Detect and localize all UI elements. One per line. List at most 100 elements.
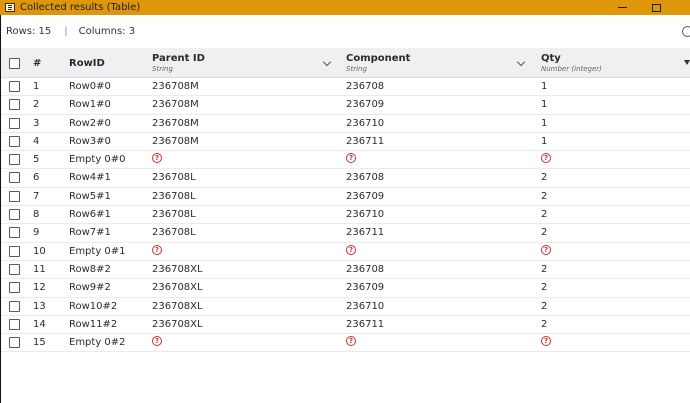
table-row[interactable]: 2 Row1#0 236708M 236709 1: [1, 96, 690, 115]
row-id-cell: Row9#2: [69, 282, 111, 294]
qty-cell: 1: [541, 117, 548, 129]
row-number: 2: [33, 99, 40, 111]
parent-id-cell: 236708L: [152, 209, 196, 221]
row-number: 13: [33, 300, 46, 312]
table-row[interactable]: 3 Row2#0 236708M 236710 1: [1, 115, 690, 133]
parent-id-cell: 236708XL: [152, 300, 203, 312]
row-id-cell: Row6#1: [69, 209, 111, 221]
minimize-button[interactable]: [608, 0, 636, 15]
row-number: 4: [33, 135, 40, 147]
table-row[interactable]: 15 Empty 0#2???: [1, 334, 690, 353]
component-cell: ?: [346, 151, 356, 169]
header-parent-id[interactable]: Parent ID String: [152, 48, 338, 78]
row-id-cell: Row7#1: [69, 227, 111, 239]
missing-value-icon: ?: [152, 153, 162, 164]
row-checkbox[interactable]: [9, 227, 20, 239]
table-row[interactable]: 13 Row10#2 236708XL 236710 2: [1, 298, 690, 316]
component-cell: ?: [346, 243, 356, 261]
table-row[interactable]: 9 Row7#1 236708L 236711 2: [1, 224, 690, 243]
component-cell: 236708: [346, 81, 385, 92]
header-component[interactable]: Component String: [346, 48, 532, 78]
missing-value-icon: ?: [346, 336, 356, 347]
missing-value-icon: ?: [346, 153, 356, 164]
qty-cell: 2: [541, 172, 548, 184]
row-checkbox[interactable]: [9, 337, 20, 349]
component-cell: 236709: [346, 282, 385, 294]
row-id-cell: Row0#0: [69, 81, 111, 92]
table-row[interactable]: 8 Row6#1 236708L 236710 2: [1, 206, 690, 225]
table-row[interactable]: 1 Row0#0 236708M 236708 1: [1, 78, 690, 97]
row-checkbox[interactable]: [9, 300, 20, 312]
row-id-cell: Row4#1: [69, 172, 111, 184]
header-num: #: [33, 48, 63, 78]
table-row[interactable]: 5 Empty 0#0???: [1, 151, 690, 170]
qty-cell: ?: [541, 334, 551, 352]
maximize-button[interactable]: [642, 0, 670, 15]
row-number: 15: [33, 337, 46, 349]
settings-icon[interactable]: [682, 26, 690, 37]
row-number: 14: [33, 318, 46, 330]
row-checkbox[interactable]: [9, 245, 20, 257]
parent-id-cell: 236708M: [152, 81, 199, 92]
component-cell: 236708: [346, 172, 385, 184]
chevron-down-icon[interactable]: [516, 57, 526, 67]
row-number: 12: [33, 282, 46, 294]
table-row[interactable]: 7 Row5#1 236708L 236709 2: [1, 188, 690, 207]
component-cell: ?: [346, 334, 356, 352]
sort-arrow-icon[interactable]: [684, 60, 690, 65]
row-checkbox[interactable]: [9, 190, 20, 202]
table-row[interactable]: 4 Row3#0 236708M 236711 1: [1, 133, 690, 152]
row-number: 3: [33, 117, 40, 129]
row-number: 8: [33, 209, 40, 221]
table-row[interactable]: 14 Row11#2 236708XL 236711 2: [1, 316, 690, 335]
row-checkbox[interactable]: [9, 263, 20, 275]
table-row[interactable]: 10 Empty 0#1???: [1, 243, 690, 261]
table-body: 1 Row0#0 236708M 236708 1 2 Row1#0 236708M 23670…: [1, 78, 690, 353]
header-qty-label: Qty: [541, 53, 561, 64]
header-rowid[interactable]: RowID: [69, 48, 149, 78]
header-component-type: String: [346, 65, 367, 73]
header-rowid-label: RowID: [69, 58, 105, 69]
row-checkbox[interactable]: [9, 282, 20, 294]
row-number: 10: [33, 245, 46, 257]
maximize-icon: [651, 3, 661, 12]
component-cell: 236708: [346, 263, 385, 275]
table-row[interactable]: 6 Row4#1 236708L 236708 2: [1, 169, 690, 188]
row-checkbox[interactable]: [9, 154, 20, 166]
missing-value-icon: ?: [346, 244, 356, 255]
header-qty[interactable]: Qty Number (integer): [541, 48, 690, 78]
column-count: Columns: 3: [78, 26, 136, 37]
row-id-cell: Row2#0: [69, 117, 111, 129]
missing-value-icon: ?: [152, 244, 162, 255]
row-checkbox[interactable]: [9, 135, 20, 147]
component-cell: 236710: [346, 300, 385, 312]
component-cell: 236709: [346, 99, 385, 111]
table-row[interactable]: 12 Row9#2 236708XL 236709 2: [1, 279, 690, 298]
qty-cell: 2: [541, 263, 548, 275]
select-all-checkbox[interactable]: [9, 58, 20, 69]
qty-cell: 1: [541, 99, 548, 111]
row-checkbox[interactable]: [9, 81, 20, 92]
row-checkbox[interactable]: [9, 209, 20, 221]
row-number: 7: [33, 190, 40, 202]
parent-id-cell: 236708L: [152, 227, 196, 239]
parent-id-cell: 236708XL: [152, 282, 203, 294]
data-table: # RowID Parent ID String Component Strin…: [1, 48, 690, 353]
missing-value-icon: ?: [541, 244, 551, 255]
row-id-cell: Row11#2: [69, 318, 118, 330]
parent-id-cell: 236708M: [152, 117, 199, 129]
row-number: 9: [33, 227, 40, 239]
row-checkbox[interactable]: [9, 99, 20, 111]
row-checkbox[interactable]: [9, 117, 20, 129]
row-number: 6: [33, 172, 40, 184]
component-cell: 236711: [346, 135, 385, 147]
row-checkbox[interactable]: [9, 172, 20, 184]
table-row[interactable]: 11 Row8#2 236708XL 236708 2: [1, 261, 690, 280]
missing-value-icon: ?: [541, 336, 551, 347]
row-checkbox[interactable]: [9, 318, 20, 330]
row-id-cell: Row5#1: [69, 190, 111, 202]
chevron-down-icon[interactable]: [322, 57, 332, 67]
row-id-cell: Row1#0: [69, 99, 111, 111]
parent-id-cell: 236708M: [152, 99, 199, 111]
row-id-cell: Empty 0#2: [69, 337, 126, 349]
